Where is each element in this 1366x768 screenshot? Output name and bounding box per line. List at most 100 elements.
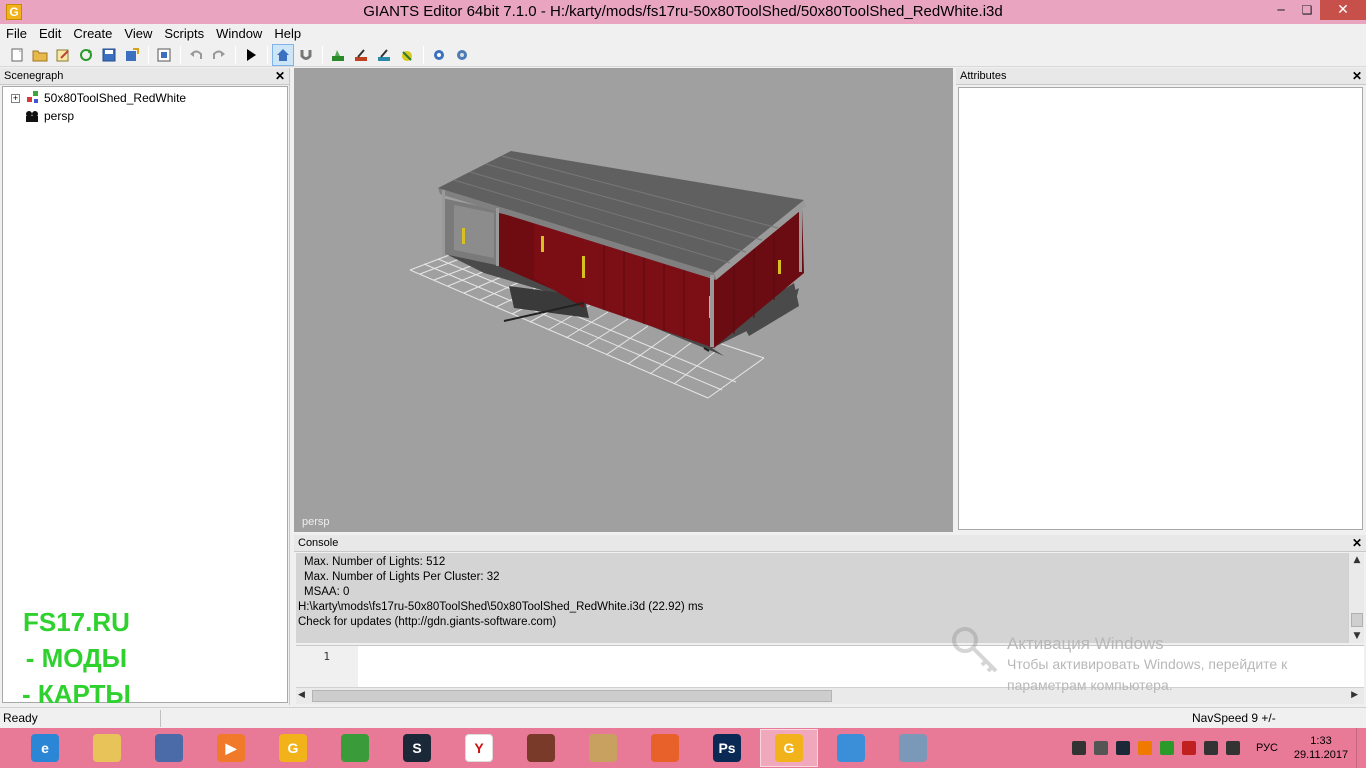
file-explorer-icon bbox=[93, 734, 121, 762]
export-icon[interactable] bbox=[121, 44, 143, 66]
taskbar-button[interactable]: S bbox=[388, 729, 446, 767]
attributes-title: Attributes bbox=[960, 70, 1007, 82]
magnet-icon[interactable] bbox=[295, 44, 317, 66]
home-icon[interactable] bbox=[272, 43, 294, 66]
terrain-sculpt-icon[interactable] bbox=[350, 44, 372, 66]
steam-tray-icon[interactable] bbox=[1115, 741, 1130, 755]
tree-node-toolshed[interactable]: + 50x80ToolShed_RedWhite bbox=[11, 91, 186, 105]
menu-create[interactable]: Create bbox=[67, 26, 118, 41]
play-icon[interactable] bbox=[240, 44, 262, 66]
terrain-paint-icon[interactable] bbox=[327, 44, 349, 66]
show-desktop-button[interactable] bbox=[1356, 728, 1366, 768]
attributes-content[interactable] bbox=[958, 87, 1363, 530]
taskbar-button[interactable] bbox=[78, 729, 136, 767]
taskbar-button[interactable]: Ps bbox=[698, 729, 756, 767]
console-scrollbar[interactable]: ▲ ▼ bbox=[1348, 553, 1364, 643]
minimize-button[interactable]: ─ bbox=[1268, 0, 1294, 20]
menu-scripts[interactable]: Scripts bbox=[158, 26, 210, 41]
redo-icon[interactable] bbox=[208, 44, 230, 66]
scroll-thumb[interactable] bbox=[1351, 613, 1363, 627]
save-icon[interactable] bbox=[98, 44, 120, 66]
yandex-browser-icon: Y bbox=[465, 734, 493, 762]
import-icon[interactable] bbox=[153, 44, 175, 66]
taskbar-button[interactable]: ▶ bbox=[202, 729, 260, 767]
menu-view[interactable]: View bbox=[118, 26, 158, 41]
close-button[interactable]: ✕ bbox=[1320, 0, 1366, 20]
clock[interactable]: 1:33 29.11.2017 bbox=[1286, 734, 1356, 762]
3d-viewport[interactable]: persp bbox=[294, 68, 953, 532]
restore-button[interactable]: ❏ bbox=[1294, 0, 1320, 20]
activation-text: Чтобы активировать Windows, перейдите к bbox=[1007, 656, 1288, 672]
activation-watermark: Активация Windows Чтобы активировать Win… bbox=[1007, 634, 1287, 696]
taskbar-button[interactable] bbox=[512, 729, 570, 767]
scroll-left-icon[interactable]: ◀ bbox=[298, 690, 305, 700]
menu-window[interactable]: Window bbox=[210, 26, 268, 41]
avast-icon[interactable] bbox=[1137, 741, 1152, 755]
attributes-panel: Attributes ✕ bbox=[956, 68, 1366, 533]
battery-icon[interactable] bbox=[1093, 741, 1108, 755]
taskbar-button[interactable] bbox=[884, 729, 942, 767]
volume-icon[interactable] bbox=[1225, 741, 1240, 755]
menu-help[interactable]: Help bbox=[268, 26, 307, 41]
settings-gear-icon[interactable] bbox=[428, 44, 450, 66]
taskbar-button[interactable] bbox=[140, 729, 198, 767]
system-tray: РУС 1:33 29.11.2017 bbox=[1068, 728, 1366, 768]
taskbar-button[interactable] bbox=[326, 729, 384, 767]
tray-icons bbox=[1068, 741, 1244, 755]
transform-group-icon bbox=[24, 91, 40, 105]
language-indicator[interactable]: РУС bbox=[1256, 742, 1278, 754]
scroll-right-icon[interactable]: ▶ bbox=[1351, 690, 1358, 700]
network-icon[interactable] bbox=[1203, 741, 1218, 755]
taskbar-button[interactable] bbox=[822, 729, 880, 767]
console-header: Console ✕ bbox=[294, 535, 1366, 552]
signal-icon[interactable] bbox=[1071, 741, 1086, 755]
menu-file[interactable]: File bbox=[0, 26, 33, 41]
taskbar-button[interactable]: G bbox=[264, 729, 322, 767]
edit-icon[interactable] bbox=[52, 44, 74, 66]
open-icon[interactable] bbox=[29, 44, 51, 66]
taskbar-button[interactable]: G bbox=[760, 729, 818, 767]
status-text: Ready bbox=[3, 711, 38, 725]
script-gear-icon[interactable] bbox=[451, 44, 473, 66]
taskbar-button[interactable]: e bbox=[16, 729, 74, 767]
log-line: Max. Number of Lights Per Cluster: 32 bbox=[304, 571, 500, 583]
cloud-weather-icon bbox=[837, 734, 865, 762]
window-controls: ─ ❏ ✕ bbox=[1268, 0, 1366, 20]
refresh-icon[interactable] bbox=[75, 44, 97, 66]
new-icon[interactable] bbox=[6, 44, 28, 66]
title-bar: G GIANTS Editor 64bit 7.1.0 - H:/karty/m… bbox=[0, 0, 1366, 24]
scene-render bbox=[409, 151, 806, 399]
taskbar-button[interactable]: Y bbox=[450, 729, 508, 767]
toolbar-separator bbox=[180, 45, 181, 64]
attributes-header: Attributes ✕ bbox=[956, 68, 1366, 85]
camera-icon bbox=[24, 109, 40, 123]
foliage-edit-icon[interactable] bbox=[396, 44, 418, 66]
status-divider bbox=[160, 710, 161, 727]
close-icon[interactable]: ✕ bbox=[1352, 69, 1362, 83]
scroll-down-icon[interactable]: ▼ bbox=[1349, 629, 1365, 643]
toolbar-separator bbox=[322, 45, 323, 64]
toolbar-separator bbox=[423, 45, 424, 64]
flag-icon[interactable] bbox=[1181, 741, 1196, 755]
scenegraph-header: Scenegraph ✕ bbox=[0, 68, 289, 85]
log-line: Check for updates (http://gdn.giants-sof… bbox=[298, 616, 557, 628]
activation-text: параметрам компьютера. bbox=[1007, 677, 1173, 693]
scroll-up-icon[interactable]: ▲ bbox=[1349, 553, 1365, 567]
window-title: GIANTS Editor 64bit 7.1.0 - H:/karty/mod… bbox=[363, 3, 1003, 20]
scroll-thumb[interactable] bbox=[312, 690, 832, 702]
expand-icon[interactable]: + bbox=[11, 93, 20, 103]
taskbar-apps: e ▶ G S Y Ps G bbox=[16, 729, 946, 767]
close-icon[interactable]: ✕ bbox=[1352, 536, 1362, 550]
menu-edit[interactable]: Edit bbox=[33, 26, 67, 41]
steam-icon: S bbox=[403, 734, 431, 762]
close-icon[interactable]: ✕ bbox=[275, 69, 285, 83]
promo-line: FS17.RU bbox=[22, 607, 130, 637]
undo-icon[interactable] bbox=[185, 44, 207, 66]
taskbar-button[interactable] bbox=[636, 729, 694, 767]
promo-overlay: FS17.RU - МОДЫ - КАРТЫ bbox=[22, 604, 131, 712]
taskbar-button[interactable] bbox=[574, 729, 632, 767]
security-check-icon[interactable] bbox=[1159, 741, 1174, 755]
tree-node-persp[interactable]: persp bbox=[24, 109, 74, 123]
console-log[interactable]: Max. Number of Lights: 512 Max. Number o… bbox=[296, 553, 1348, 643]
foliage-paint-icon[interactable] bbox=[373, 44, 395, 66]
